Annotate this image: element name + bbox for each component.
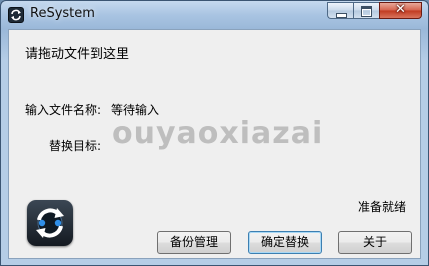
replace-target-label: 替换目标: [49, 139, 102, 153]
close-icon: ✕ [395, 2, 406, 17]
status-text: 准备就绪 [357, 200, 406, 214]
refresh-arrows-icon [27, 200, 73, 246]
title-bar[interactable]: ReSystem ✕ [1, 1, 428, 29]
maximize-button[interactable] [353, 2, 379, 19]
close-button[interactable]: ✕ [379, 2, 422, 19]
drop-prompt: 请拖动文件到这里 [25, 47, 130, 62]
minimize-button[interactable] [327, 2, 353, 19]
app-window: ReSystem ✕ 请拖动文件到这里 输入文件名称: 等待输入 ouyaoxi… [0, 0, 429, 266]
app-icon [8, 7, 24, 23]
drop-area[interactable]: 请拖动文件到这里 输入文件名称: 等待输入 ouyaoxiazai 替换目标: … [8, 29, 421, 259]
minimize-icon [336, 13, 347, 18]
input-file-name-label: 输入文件名称: [25, 103, 102, 117]
caption-buttons: ✕ [327, 2, 422, 21]
watermark: ouyaoxiazai [112, 116, 324, 151]
backup-management-button[interactable]: 备份管理 [157, 231, 231, 254]
window-title: ReSystem [30, 6, 95, 21]
about-button[interactable]: 关于 [338, 231, 412, 254]
maximize-icon [361, 6, 372, 17]
confirm-replace-button[interactable]: 确定替换 [248, 231, 322, 254]
